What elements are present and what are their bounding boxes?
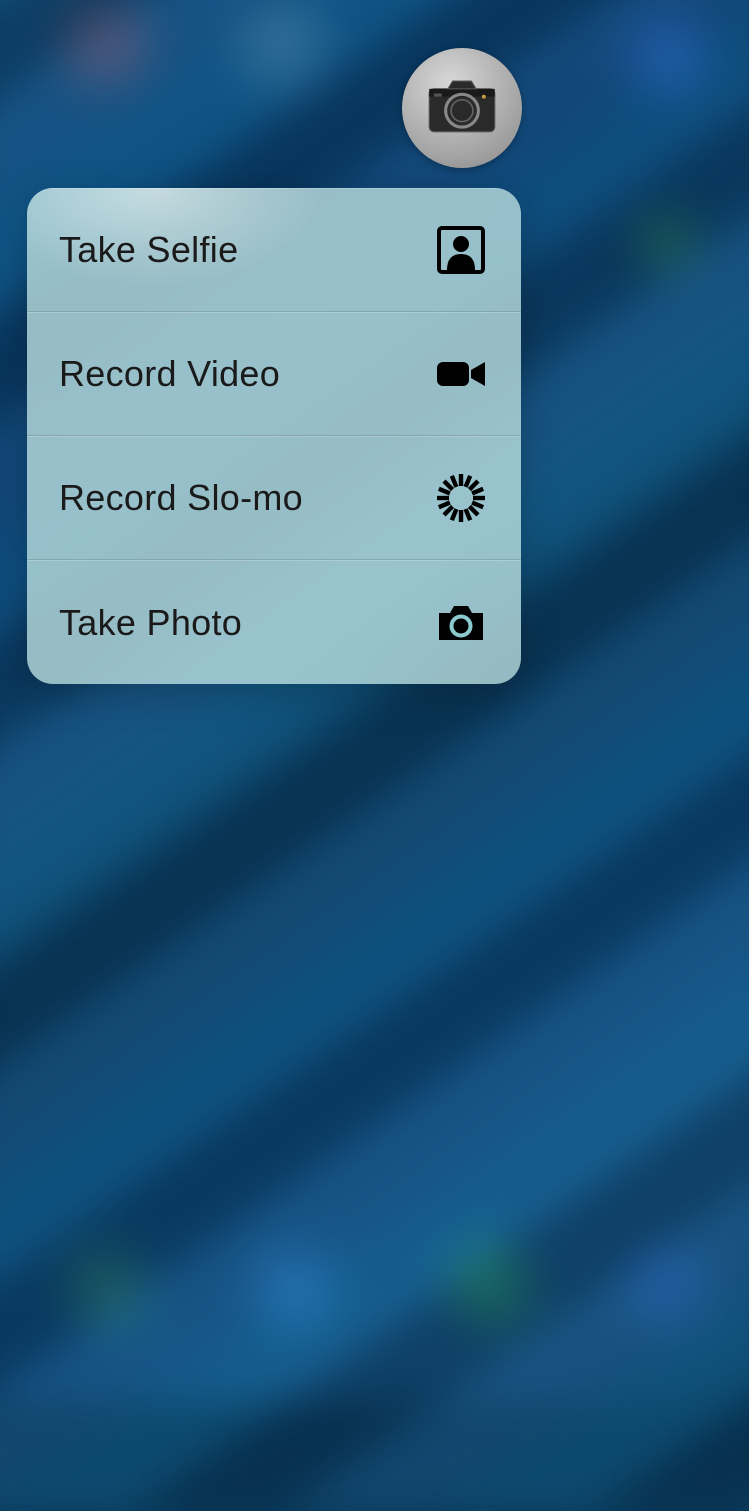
quick-action-record-video[interactable]: Record Video xyxy=(27,312,521,436)
quick-actions-menu: Take Selfie Record Video Record Slo-mo xyxy=(27,188,521,684)
menu-item-label: Record Slo-mo xyxy=(59,477,303,519)
camera-app-icon[interactable] xyxy=(402,48,522,168)
selfie-icon xyxy=(435,224,487,276)
camera-icon xyxy=(423,67,501,150)
quick-action-record-slomo[interactable]: Record Slo-mo xyxy=(27,436,521,560)
menu-item-label: Take Selfie xyxy=(59,229,238,271)
quick-action-take-photo[interactable]: Take Photo xyxy=(27,560,521,684)
menu-item-label: Take Photo xyxy=(59,602,242,644)
slomo-icon xyxy=(435,472,487,524)
menu-item-label: Record Video xyxy=(59,353,280,395)
camera-icon xyxy=(435,597,487,649)
video-icon xyxy=(435,348,487,400)
quick-action-take-selfie[interactable]: Take Selfie xyxy=(27,188,521,312)
